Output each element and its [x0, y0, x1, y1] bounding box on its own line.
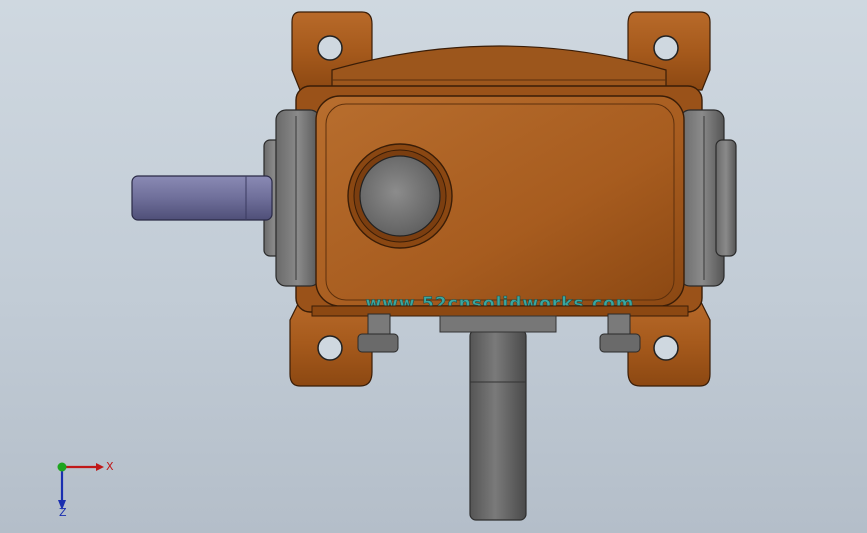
gearbox-model[interactable]: www.52cnsolidworks.com [0, 0, 867, 533]
orientation-triad[interactable]: X Z [40, 448, 120, 518]
right-bearing-cap[interactable] [679, 109, 737, 287]
z-axis-label: Z [59, 506, 67, 518]
inspection-window[interactable] [347, 143, 453, 249]
mount-hole-bottom-right [653, 335, 679, 361]
x-axis-label: X [106, 460, 114, 473]
mount-hole-top-right [653, 35, 679, 61]
input-shaft[interactable] [131, 175, 273, 221]
top-cover[interactable] [331, 45, 667, 93]
mount-hole-bottom-left [317, 335, 343, 361]
mount-hole-top-left [317, 35, 343, 61]
y-axis-dot [57, 462, 67, 472]
output-shaft[interactable] [469, 329, 527, 521]
graphics-viewport[interactable]: www.52cnsolidworks.com X Z [0, 0, 867, 533]
